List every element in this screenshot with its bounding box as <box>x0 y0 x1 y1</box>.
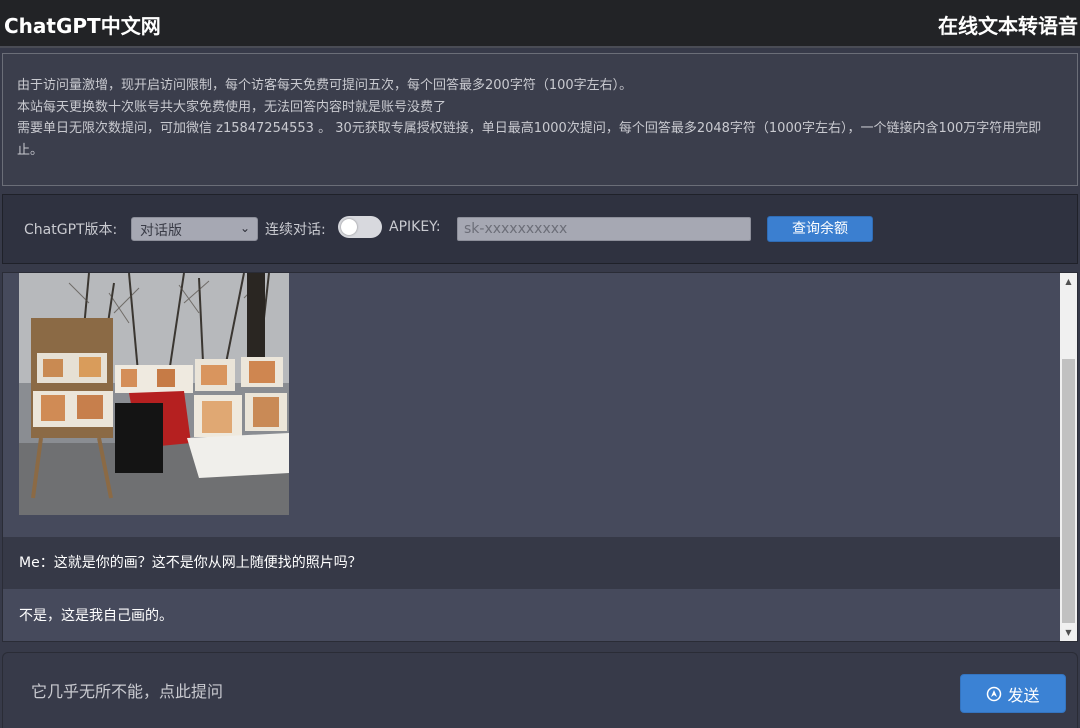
scrollbar-thumb[interactable] <box>1062 359 1075 623</box>
notice-line: 本站每天更换数十次账号共大家免费使用，无法回答内容时就是账号没费了 <box>17 99 447 115</box>
apikey-input[interactable] <box>457 217 751 241</box>
street-art-photo <box>19 273 289 515</box>
message-text: 不是，这是我自己画的。 <box>19 608 173 624</box>
query-balance-button[interactable]: 查询余额 <box>767 216 873 242</box>
settings-bar: ChatGPT版本: 对话版 ⌄ 连续对话: APIKEY: 查询余额 <box>2 194 1078 264</box>
version-select-value: 对话版 <box>140 223 182 239</box>
continuous-label: 连续对话: <box>265 222 326 238</box>
chat-panel: Me：这就是你的画？这不是你从网上随便找的照片吗？ 不是，这是我自己画的。 ▲ … <box>2 272 1078 642</box>
notice-panel: 由于访问量激增，现开启访问限制，每个访客每天免费可提问五次，每个回答最多200字… <box>2 53 1078 186</box>
prompt-input[interactable] <box>13 663 943 719</box>
toggle-knob <box>341 219 357 235</box>
tts-link[interactable]: 在线文本转语音 <box>938 10 1078 39</box>
send-label: 发送 <box>1007 685 1040 705</box>
send-button[interactable]: 发送 <box>960 674 1066 713</box>
version-select[interactable]: 对话版 ⌄ <box>131 217 258 241</box>
send-icon <box>987 686 1002 701</box>
chevron-down-icon: ⌄ <box>239 221 250 235</box>
attached-photo <box>19 273 289 515</box>
message-assistant: 不是，这是我自己画的。 <box>3 589 1060 641</box>
notice-line: 由于访问量激增，现开启访问限制，每个访客每天免费可提问五次，每个回答最多200字… <box>17 78 633 93</box>
apikey-label: APIKEY: <box>389 219 441 235</box>
chat-scrollbar[interactable]: ▲ ▼ <box>1060 273 1077 641</box>
top-bar: ChatGPT中文网 在线文本转语音 <box>0 0 1080 48</box>
composer-bar: 发送 <box>2 652 1078 728</box>
message-text: Me：这就是你的画？这不是你从网上随便找的照片吗？ <box>19 555 362 571</box>
version-label: ChatGPT版本: <box>24 222 118 238</box>
scroll-down-arrow-icon[interactable]: ▼ <box>1060 624 1077 641</box>
scroll-up-arrow-icon[interactable]: ▲ <box>1060 273 1077 290</box>
message-me: Me：这就是你的画？这不是你从网上随便找的照片吗？ <box>3 537 1060 589</box>
site-brand[interactable]: ChatGPT中文网 <box>4 10 161 39</box>
continuous-toggle[interactable] <box>338 216 382 238</box>
notice-line: 需要单日无限次数提问，可加微信 z15847254553 。 30元获取专属授权… <box>17 121 1042 158</box>
